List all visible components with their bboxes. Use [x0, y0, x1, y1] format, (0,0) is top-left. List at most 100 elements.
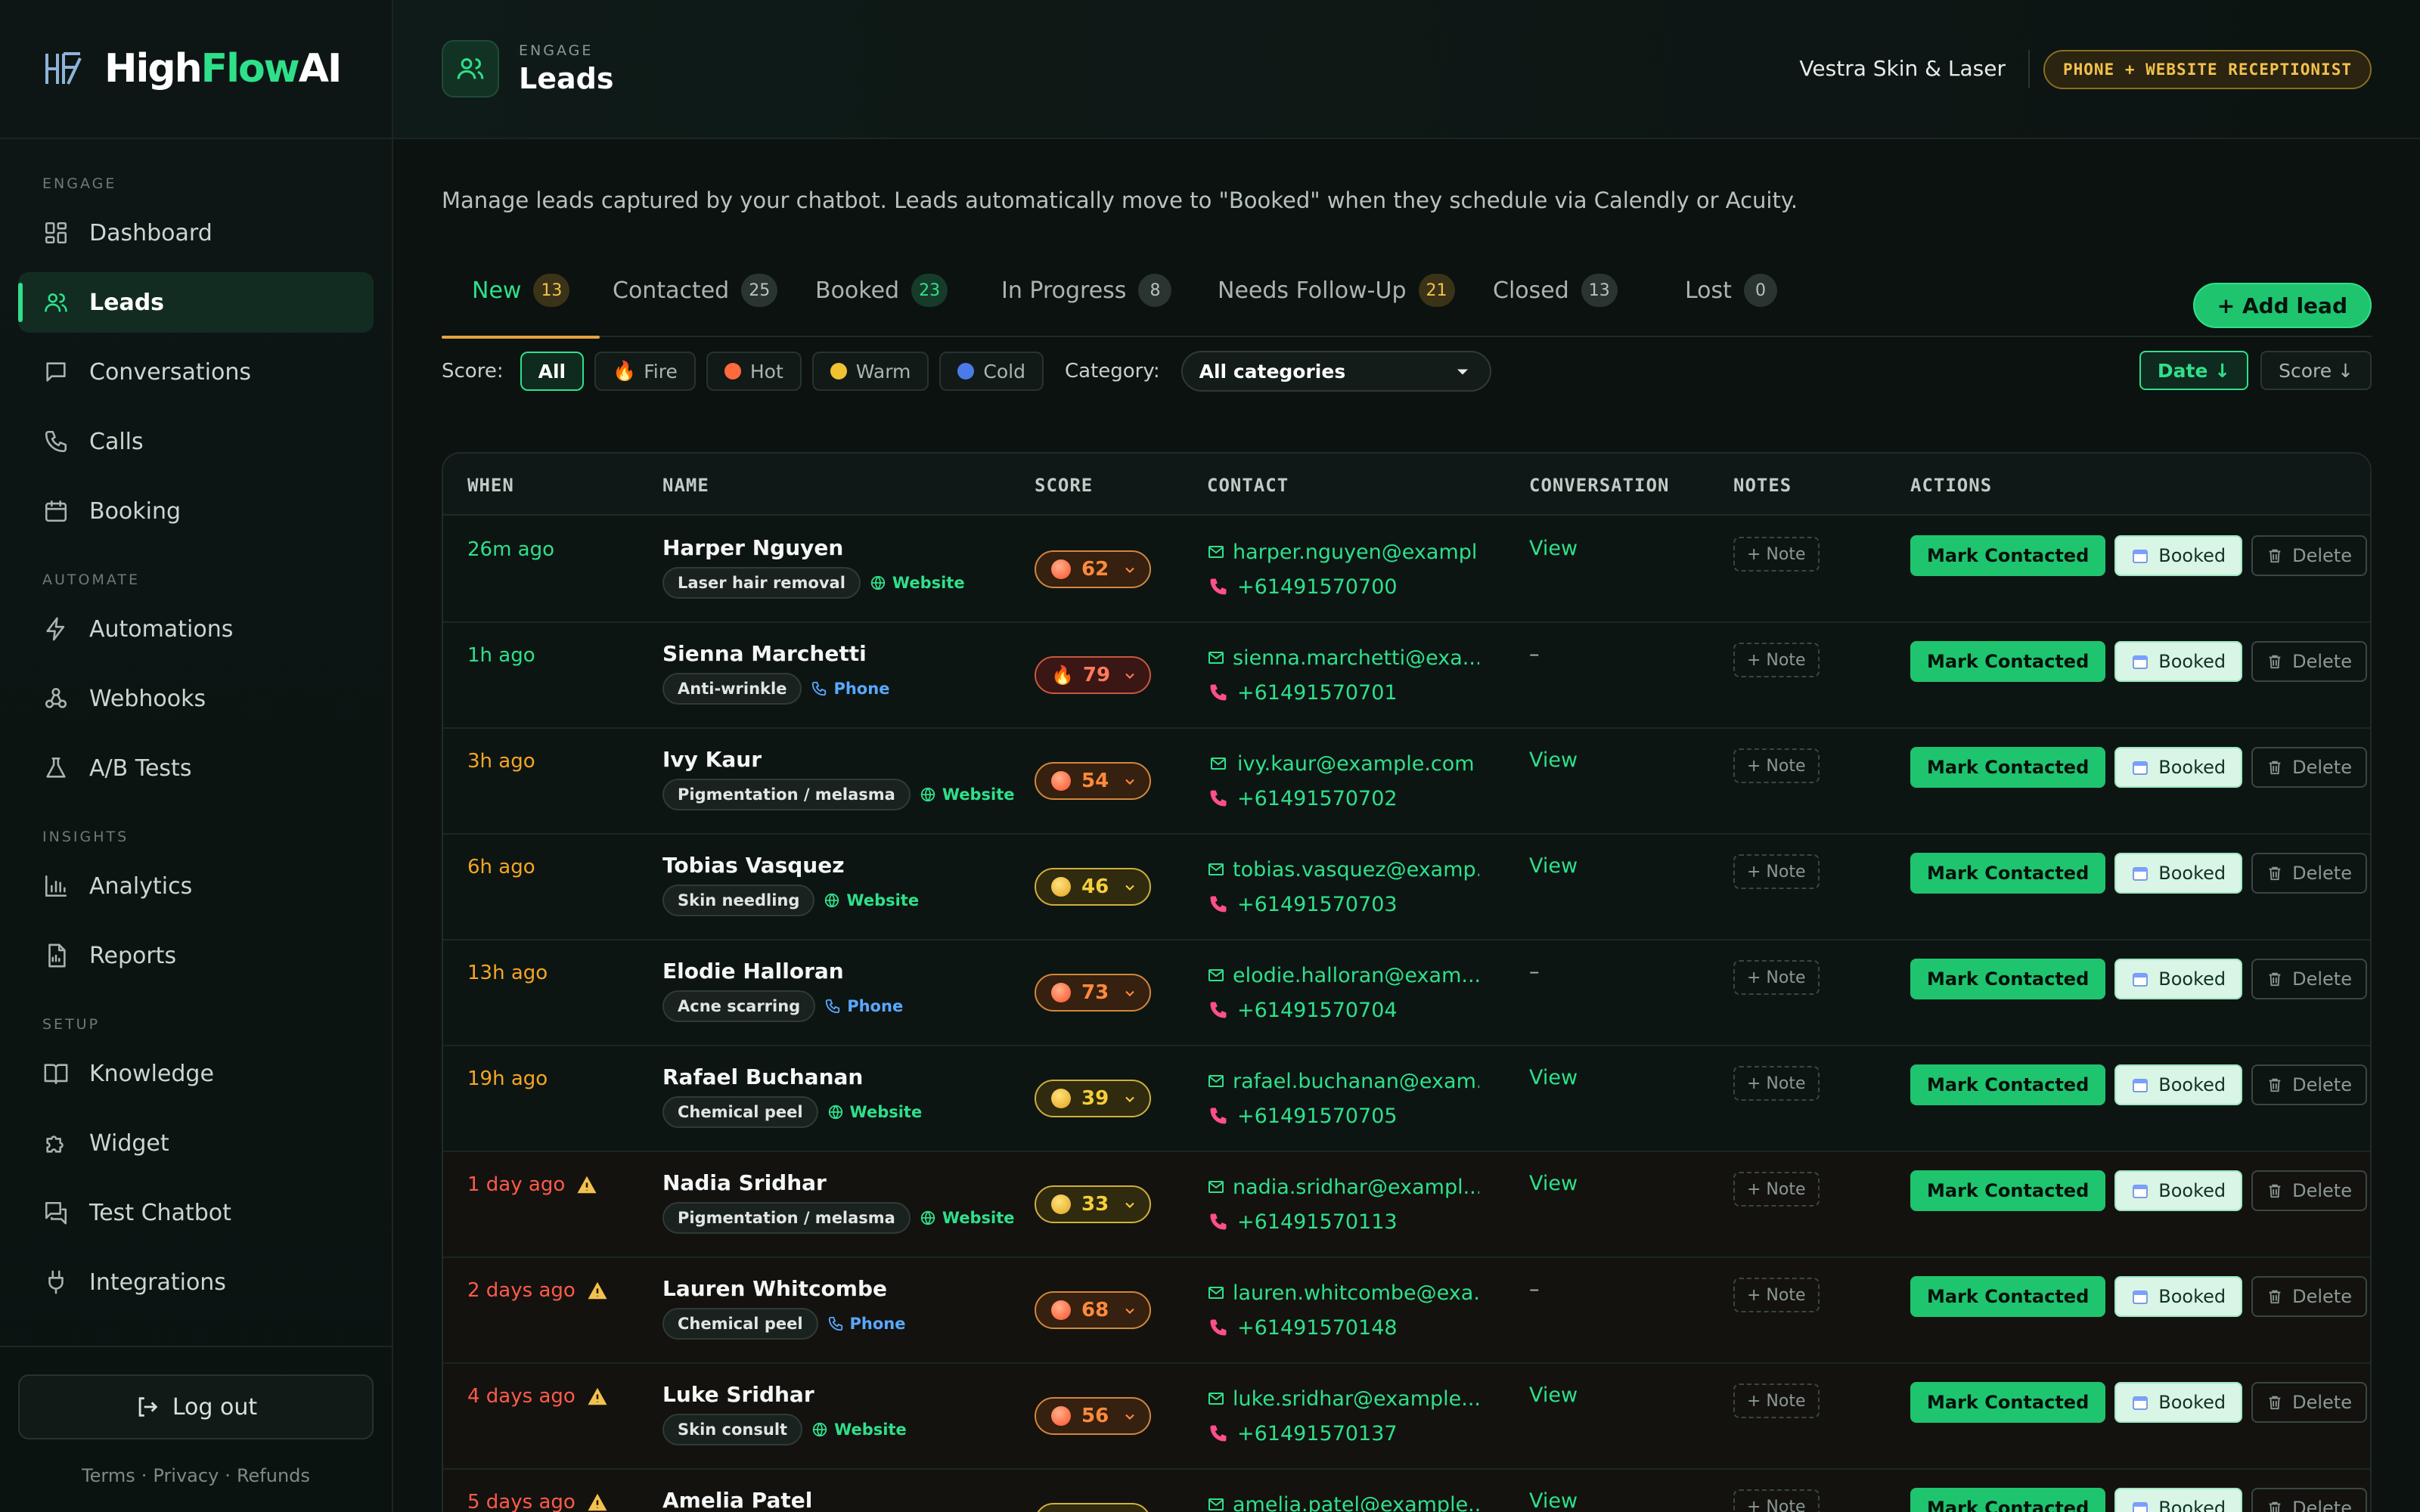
col-name[interactable]: NAME	[662, 475, 709, 496]
brand-logo[interactable]: HighFlowAI	[0, 0, 392, 139]
tab-in-progress[interactable]: In Progress 8	[971, 262, 1202, 337]
col-when[interactable]: WHEN	[467, 475, 514, 496]
tab-needs-follow-up[interactable]: Needs Follow-Up 21	[1187, 262, 1485, 337]
table-row[interactable]: 26m ago Harper Nguyen Laser hair removal We…	[443, 517, 2370, 623]
booked-button[interactable]: Booked	[2114, 747, 2243, 788]
booked-button[interactable]: Booked	[2114, 1382, 2243, 1423]
score-badge[interactable]: 56	[1035, 1397, 1151, 1435]
mark-contacted-button[interactable]: Mark Contacted	[1910, 1276, 2106, 1317]
score-badge[interactable]: 68	[1035, 1291, 1151, 1329]
filter-chip-hot[interactable]: Hot	[706, 352, 802, 391]
add-note-button[interactable]: + Note	[1733, 537, 1820, 572]
client-name[interactable]: Vestra Skin & Laser	[1799, 56, 2006, 81]
category-select[interactable]: All categories	[1181, 351, 1491, 392]
add-note-button[interactable]: + Note	[1733, 643, 1820, 677]
lead-name[interactable]: Ivy Kaur	[662, 747, 762, 772]
mark-contacted-button[interactable]: Mark Contacted	[1910, 747, 2106, 788]
phone-link[interactable]: +61491570113	[1207, 1207, 1479, 1237]
sort-date-button[interactable]: Date ↓	[2139, 351, 2249, 390]
booked-button[interactable]: Booked	[2114, 1488, 2243, 1512]
delete-button[interactable]: Delete	[2251, 747, 2367, 788]
score-badge[interactable]: 73	[1035, 974, 1151, 1012]
phone-link[interactable]: +61491570704	[1207, 995, 1479, 1025]
table-row[interactable]: 13h ago Elodie Halloran Acne scarring Phone…	[443, 940, 2370, 1046]
delete-button[interactable]: Delete	[2251, 1064, 2367, 1105]
sidebar-item-reports[interactable]: Reports	[18, 925, 374, 986]
table-row[interactable]: 3h ago Ivy Kaur Pigmentation / melasma Webs…	[443, 729, 2370, 835]
email-link[interactable]: sienna.marchetti@exa...	[1207, 643, 1479, 673]
booked-button[interactable]: Booked	[2114, 1064, 2243, 1105]
refunds-link[interactable]: Refunds	[237, 1465, 310, 1486]
table-row[interactable]: 5 days ago Amelia Patel amelia.patel@examp…	[443, 1470, 2370, 1512]
phone-link[interactable]: +61491570701	[1207, 677, 1479, 708]
table-row[interactable]: 19h ago Rafael Buchanan Chemical peel Websi…	[443, 1046, 2370, 1152]
terms-link[interactable]: Terms	[82, 1465, 135, 1486]
sidebar-item-conversations[interactable]: Conversations	[18, 342, 374, 402]
score-badge[interactable]: 46	[1035, 868, 1151, 906]
filter-chip-all[interactable]: All	[520, 352, 585, 391]
email-link[interactable]: lauren.whitcombe@exa...	[1207, 1278, 1479, 1308]
phone-link[interactable]: +61491570702	[1207, 783, 1479, 813]
tab-new[interactable]: New 13	[442, 262, 600, 339]
lead-name[interactable]: Elodie Halloran	[662, 959, 844, 984]
add-note-button[interactable]: + Note	[1733, 1278, 1820, 1312]
add-note-button[interactable]: + Note	[1733, 1383, 1820, 1418]
booked-button[interactable]: Booked	[2114, 1276, 2243, 1317]
conversation-link[interactable]: View	[1529, 1383, 1578, 1407]
score-badge[interactable]: 39	[1035, 1080, 1151, 1117]
delete-button[interactable]: Delete	[2251, 853, 2367, 894]
email-link[interactable]: amelia.patel@example...	[1207, 1489, 1479, 1512]
mark-contacted-button[interactable]: Mark Contacted	[1910, 1170, 2106, 1211]
col-score[interactable]: SCORE	[1035, 475, 1093, 496]
add-note-button[interactable]: + Note	[1733, 854, 1820, 889]
sidebar-item-test-chatbot[interactable]: Test Chatbot	[18, 1182, 374, 1243]
sort-score-button[interactable]: Score ↓	[2260, 351, 2372, 390]
phone-link[interactable]: +61491570148	[1207, 1312, 1479, 1343]
lead-name[interactable]: Tobias Vasquez	[662, 853, 845, 878]
add-note-button[interactable]: + Note	[1733, 1489, 1820, 1512]
filter-chip-fire[interactable]: 🔥 Fire	[594, 352, 696, 391]
add-note-button[interactable]: + Note	[1733, 748, 1820, 783]
mark-contacted-button[interactable]: Mark Contacted	[1910, 535, 2106, 576]
score-badge[interactable]: 33	[1035, 1185, 1151, 1223]
booked-button[interactable]: Booked	[2114, 641, 2243, 682]
privacy-link[interactable]: Privacy	[153, 1465, 219, 1486]
email-link[interactable]: ivy.kaur@example.com	[1207, 748, 1479, 779]
phone-link[interactable]: +61491570703	[1207, 889, 1479, 919]
mark-contacted-button[interactable]: Mark Contacted	[1910, 959, 2106, 999]
tab-lost[interactable]: Lost 0	[1655, 262, 1807, 337]
table-row[interactable]: 1 day ago Nadia Sridhar Pigmentation / mel…	[443, 1152, 2370, 1258]
email-link[interactable]: rafael.buchanan@exam...	[1207, 1066, 1479, 1096]
delete-button[interactable]: Delete	[2251, 1488, 2367, 1512]
conversation-link[interactable]: View	[1529, 748, 1578, 772]
email-link[interactable]: nadia.sridhar@exampl...	[1207, 1172, 1479, 1202]
sidebar-item-webhooks[interactable]: Webhooks	[18, 668, 374, 729]
table-row[interactable]: 1h ago Sienna Marchetti Anti-wrinkle Phone 🔥…	[443, 623, 2370, 729]
conversation-link[interactable]: View	[1529, 1172, 1578, 1195]
delete-button[interactable]: Delete	[2251, 1276, 2367, 1317]
mark-contacted-button[interactable]: Mark Contacted	[1910, 1064, 2106, 1105]
mark-contacted-button[interactable]: Mark Contacted	[1910, 853, 2106, 894]
sidebar-item-calls[interactable]: Calls	[18, 411, 374, 472]
email-link[interactable]: tobias.vasquez@examp...	[1207, 854, 1479, 885]
delete-button[interactable]: Delete	[2251, 959, 2367, 999]
mark-contacted-button[interactable]: Mark Contacted	[1910, 1382, 2106, 1423]
email-link[interactable]: harper.nguyen@exampl...	[1207, 537, 1479, 567]
lead-name[interactable]: Sienna Marchetti	[662, 641, 867, 666]
add-note-button[interactable]: + Note	[1733, 1172, 1820, 1207]
mark-contacted-button[interactable]: Mark Contacted	[1910, 641, 2106, 682]
conversation-link[interactable]: View	[1529, 1489, 1578, 1512]
filter-chip-warm[interactable]: Warm	[811, 352, 929, 391]
score-badge[interactable]: 54	[1035, 762, 1151, 800]
table-row[interactable]: 6h ago Tobias Vasquez Skin needling Website…	[443, 835, 2370, 940]
sidebar-item-analytics[interactable]: Analytics	[18, 856, 374, 916]
sidebar-item-integrations[interactable]: Integrations	[18, 1252, 374, 1312]
tab-contacted[interactable]: Contacted 25	[582, 262, 808, 337]
sidebar-item-a-b-tests[interactable]: A/B Tests	[18, 738, 374, 798]
phone-link[interactable]: +61491570705	[1207, 1101, 1479, 1131]
conversation-link[interactable]: View	[1529, 537, 1578, 560]
add-lead-button[interactable]: + Add lead	[2192, 283, 2372, 328]
phone-link[interactable]: +61491570700	[1207, 572, 1479, 602]
logout-button[interactable]: Log out	[18, 1374, 374, 1439]
score-badge[interactable]	[1035, 1503, 1151, 1512]
